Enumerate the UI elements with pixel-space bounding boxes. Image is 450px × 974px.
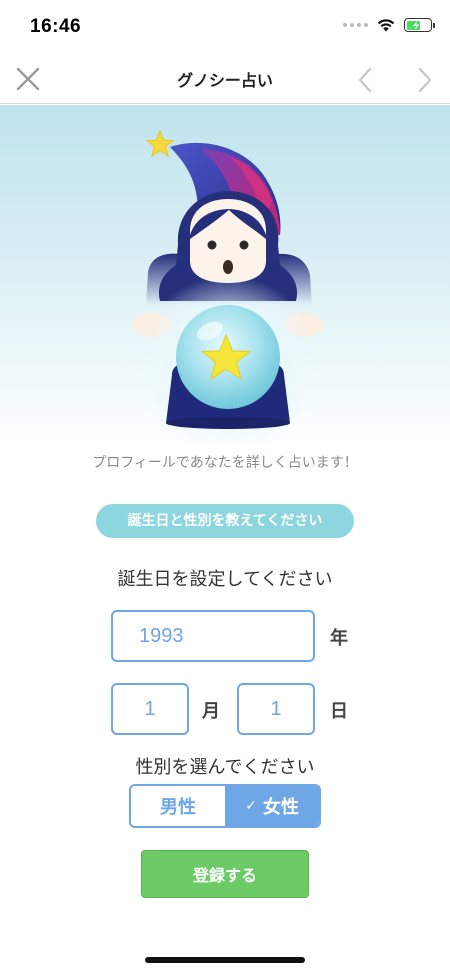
gender-female-button[interactable]: ✓ 女性 xyxy=(225,786,319,826)
year-field[interactable]: 1993 xyxy=(111,610,315,662)
status-icons xyxy=(343,18,435,32)
gender-male-button[interactable]: 男性 xyxy=(131,786,225,826)
year-unit-label: 年 xyxy=(330,628,348,649)
home-indicator xyxy=(145,957,305,963)
gender-male-label: 男性 xyxy=(160,797,196,818)
gender-segmented-control: 男性 ✓ 女性 xyxy=(129,784,321,828)
fortune-teller-illustration xyxy=(132,129,324,445)
register-button[interactable]: 登録する xyxy=(141,850,309,898)
gender-female-label: 女性 xyxy=(262,797,299,818)
day-field[interactable]: 1 xyxy=(237,683,315,735)
hat-star-icon xyxy=(145,129,175,158)
birthday-label: 誕生日を設定してください xyxy=(117,569,333,590)
hero-banner xyxy=(0,105,450,445)
signal-dots-icon xyxy=(343,23,368,27)
status-bar: 16:46 xyxy=(0,0,450,54)
chevron-right-icon[interactable] xyxy=(414,66,436,94)
month-field[interactable]: 1 xyxy=(111,683,189,735)
page-title: グノシー占い xyxy=(177,71,273,90)
instruction-badge: 誕生日と性別を教えてください xyxy=(96,504,354,538)
chevron-left-icon[interactable] xyxy=(354,66,376,94)
intro-text: プロフィールであなたを詳しく占います！ xyxy=(92,455,358,471)
status-time: 16:46 xyxy=(30,16,82,37)
nav-bar: グノシー占い xyxy=(0,54,450,104)
battery-icon xyxy=(404,18,435,32)
day-unit-label: 日 xyxy=(330,701,348,722)
gender-label: 性別を選んでください xyxy=(135,757,315,778)
wifi-icon xyxy=(377,19,395,32)
month-unit-label: 月 xyxy=(202,701,220,722)
check-icon: ✓ xyxy=(245,798,257,814)
